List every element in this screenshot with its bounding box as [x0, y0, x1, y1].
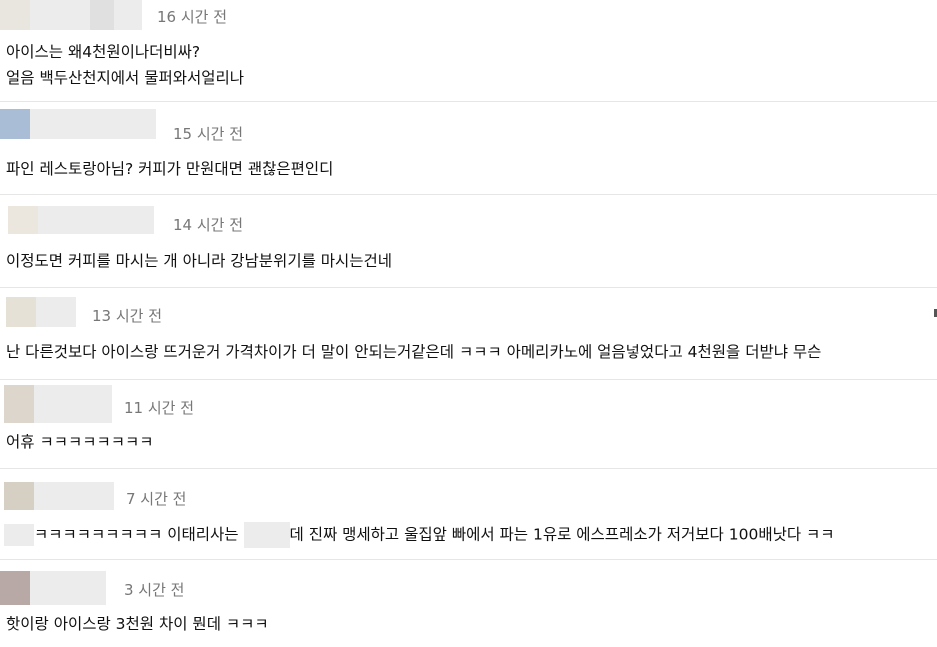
comment-timestamp: 15 시간 전 — [173, 125, 244, 143]
avatar — [0, 0, 142, 30]
avatar — [8, 206, 154, 234]
comment-timestamp: 3 시간 전 — [124, 581, 185, 599]
comment-header: 13 시간 전 — [0, 289, 937, 327]
comment-text: ㅋㅋㅋㅋㅋㅋㅋㅋㅋ 이태리사는 데 진짜 맹세하고 울집앞 빠에서 파는 1유로… — [4, 522, 835, 548]
comment-item: 16 시간 전 아이스는 왜4천원이나더비싸? 얼음 백두산천지에서 물퍼와서얼… — [0, 0, 937, 102]
comment-text: 아이스는 왜4천원이나더비싸? — [6, 43, 201, 61]
comment-header: 16 시간 전 — [0, 0, 937, 34]
comment-text: 이정도면 커피를 마시는 개 아니라 강남분위기를 마시는건네 — [6, 252, 393, 270]
comment-item: 14 시간 전 이정도면 커피를 마시는 개 아니라 강남분위기를 마시는건네 — [0, 196, 937, 288]
comment-text: 난 다른것보다 아이스랑 뜨거운거 가격차이가 더 말이 안되는거같은데 ㅋㅋㅋ… — [6, 343, 822, 361]
avatar — [0, 571, 106, 605]
comment-item: 15 시간 전 파인 레스토랑아님? 커피가 만원대면 괜찮은편인디 — [0, 103, 937, 195]
avatar — [4, 385, 112, 423]
comment-text: 어휴 ㅋㅋㅋㅋㅋㅋㅋㅋ — [6, 433, 154, 451]
redacted-block — [243, 522, 290, 548]
comment-text: 핫이랑 아이스랑 3천원 차이 뭔데 ㅋㅋㅋ — [6, 615, 269, 633]
comment-item: 3 시간 전 핫이랑 아이스랑 3천원 차이 뭔데 ㅋㅋㅋ — [0, 561, 937, 647]
comment-text-part: 데 진짜 맹세하고 울집앞 빠에서 파는 1유로 에스프레소가 저거보다 100… — [289, 525, 835, 544]
comment-timestamp: 7 시간 전 — [126, 490, 187, 508]
comment-timestamp: 11 시간 전 — [124, 399, 195, 417]
redacted-block — [4, 524, 34, 546]
comment-header: 14 시간 전 — [0, 196, 937, 234]
comment-header: 11 시간 전 — [0, 381, 937, 423]
comment-timestamp: 13 시간 전 — [92, 307, 163, 325]
comment-list: 16 시간 전 아이스는 왜4천원이나더비싸? 얼음 백두산천지에서 물퍼와서얼… — [0, 0, 937, 647]
comment-text: 얼음 백두산천지에서 물퍼와서얼리나 — [6, 69, 245, 87]
comment-timestamp: 16 시간 전 — [157, 8, 228, 26]
comment-item: 7 시간 전 ㅋㅋㅋㅋㅋㅋㅋㅋㅋ 이태리사는 데 진짜 맹세하고 울집앞 빠에서… — [0, 470, 937, 560]
comment-item: 13 시간 전 난 다른것보다 아이스랑 뜨거운거 가격차이가 더 말이 안되는… — [0, 289, 937, 380]
avatar — [4, 482, 114, 510]
comment-timestamp: 14 시간 전 — [173, 216, 244, 234]
comment-header: 15 시간 전 — [0, 103, 937, 143]
avatar — [6, 297, 76, 327]
comment-text: 파인 레스토랑아님? 커피가 만원대면 괜찮은편인디 — [6, 160, 334, 178]
comment-text-part: ㅋㅋㅋㅋㅋㅋㅋㅋㅋ 이태리사는 — [34, 525, 239, 544]
comment-item: 11 시간 전 어휴 ㅋㅋㅋㅋㅋㅋㅋㅋ — [0, 381, 937, 469]
comment-header: 3 시간 전 — [0, 561, 937, 605]
comment-header: 7 시간 전 — [0, 470, 937, 510]
avatar — [0, 109, 156, 139]
